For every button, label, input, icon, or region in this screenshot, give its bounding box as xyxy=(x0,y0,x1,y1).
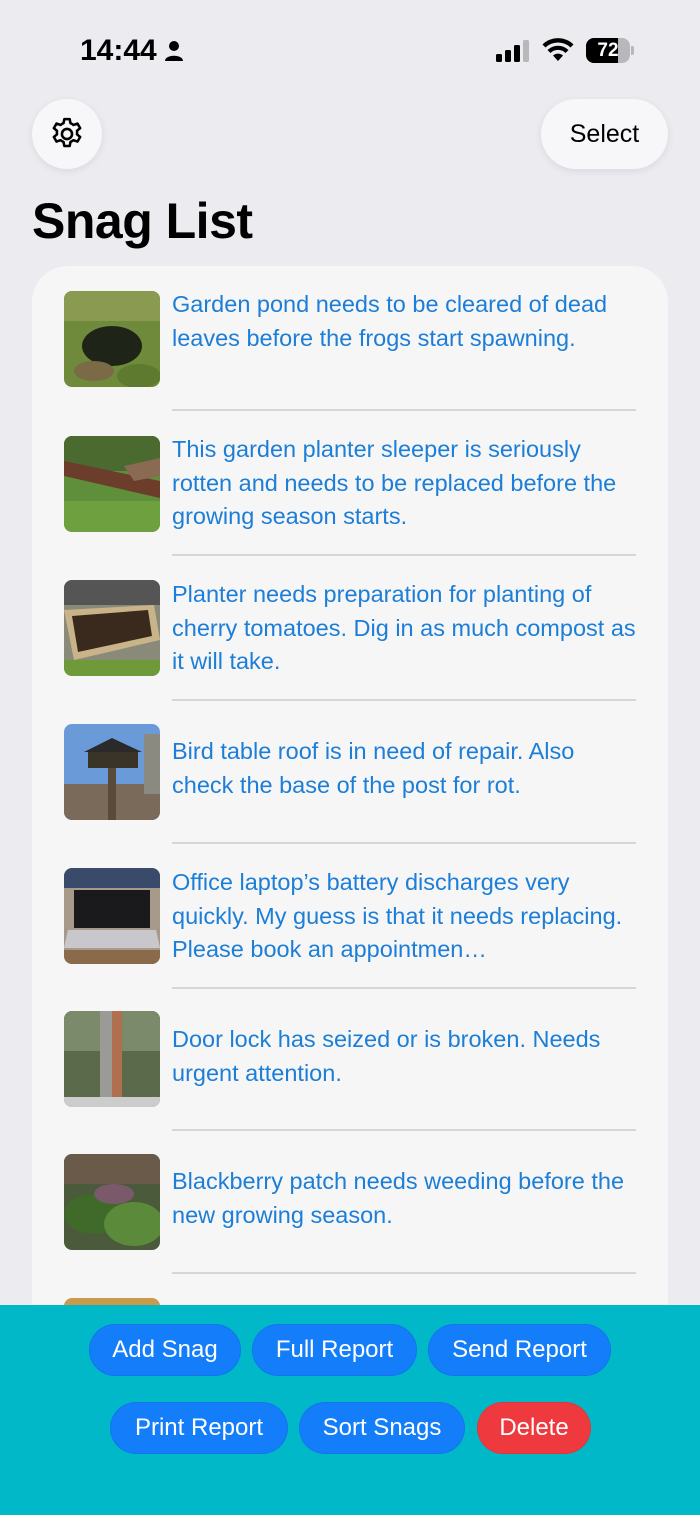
snag-description: Blackberry patch needs weeding before th… xyxy=(172,1168,625,1228)
planter-sleeper-photo xyxy=(64,436,160,532)
status-bar: 14:44 72 xyxy=(0,0,700,100)
status-time: 14:44 xyxy=(80,34,157,67)
snag-row[interactable]: This garden planter sleeper is seriously… xyxy=(32,411,668,556)
bird-table-photo xyxy=(64,724,160,820)
door-lock-photo xyxy=(64,1011,160,1107)
page-title: Snag List xyxy=(32,193,253,249)
battery-icon: 72 xyxy=(586,38,634,63)
settings-button[interactable] xyxy=(32,99,102,169)
snag-description: Office laptop’s battery discharges very … xyxy=(172,869,623,962)
snag-description: This garden planter sleeper is seriously… xyxy=(172,436,617,529)
person-icon xyxy=(165,41,183,61)
bottom-toolbar: Add Snag Full Report Send Report Print R… xyxy=(0,1305,700,1515)
snag-row[interactable]: Garden pond needs to be cleared of dead … xyxy=(32,266,668,411)
battery-level: 72 xyxy=(597,40,619,61)
blackberry-patch-photo xyxy=(64,1154,160,1250)
planter-soil-photo xyxy=(64,580,160,676)
snag-row[interactable]: Door lock has seized or is broken. Needs… xyxy=(32,989,668,1131)
send-report-button[interactable]: Send Report xyxy=(428,1324,611,1376)
full-report-button[interactable]: Full Report xyxy=(252,1324,417,1376)
wifi-icon xyxy=(542,38,574,61)
sort-snags-button[interactable]: Sort Snags xyxy=(299,1402,465,1454)
snag-description: Bird table roof is in need of repair. Al… xyxy=(172,738,575,798)
garden-pond-photo xyxy=(64,291,160,387)
snag-row[interactable]: Planter needs preparation for planting o… xyxy=(32,556,668,701)
laptop-photo xyxy=(64,868,160,964)
signal-icon xyxy=(496,40,529,62)
snag-description: Door lock has seized or is broken. Needs… xyxy=(172,1026,601,1086)
delete-button[interactable]: Delete xyxy=(477,1402,591,1454)
select-button[interactable]: Select xyxy=(541,99,668,169)
snag-row[interactable]: Blackberry patch needs weeding before th… xyxy=(32,1131,668,1274)
gear-icon xyxy=(52,117,82,148)
snag-row[interactable]: Bird table roof is in need of repair. Al… xyxy=(32,701,668,844)
snag-description: Garden pond needs to be cleared of dead … xyxy=(172,291,608,351)
snag-list: Garden pond needs to be cleared of dead … xyxy=(32,266,668,1366)
snag-row[interactable]: Office laptop’s battery discharges very … xyxy=(32,844,668,989)
add-snag-button[interactable]: Add Snag xyxy=(89,1324,241,1376)
snag-description: Planter needs preparation for planting o… xyxy=(172,581,636,674)
print-report-button[interactable]: Print Report xyxy=(110,1402,288,1454)
